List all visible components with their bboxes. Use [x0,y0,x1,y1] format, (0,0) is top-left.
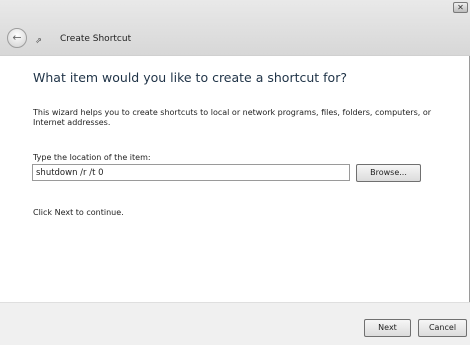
location-label: Type the location of the item: [33,153,151,162]
continue-text: Click Next to continue. [33,208,124,217]
create-shortcut-window: ✕ ← ⇗ Create Shortcut What item would yo… [0,0,470,345]
next-button[interactable]: Next [364,319,411,337]
title-bar: ✕ ← ⇗ Create Shortcut [0,0,470,56]
close-icon[interactable]: ✕ [453,2,468,13]
browse-button[interactable]: Browse... [356,164,421,182]
wizard-description: This wizard helps you to create shortcut… [33,108,432,127]
back-arrow-icon[interactable]: ← [7,28,27,48]
cancel-button[interactable]: Cancel [418,319,467,337]
page-heading: What item would you like to create a sho… [33,70,347,85]
wizard-footer: Next Cancel [0,302,470,345]
shortcut-icon: ⇗ [35,36,42,45]
location-input[interactable] [32,164,350,181]
window-title: Create Shortcut [60,34,132,44]
